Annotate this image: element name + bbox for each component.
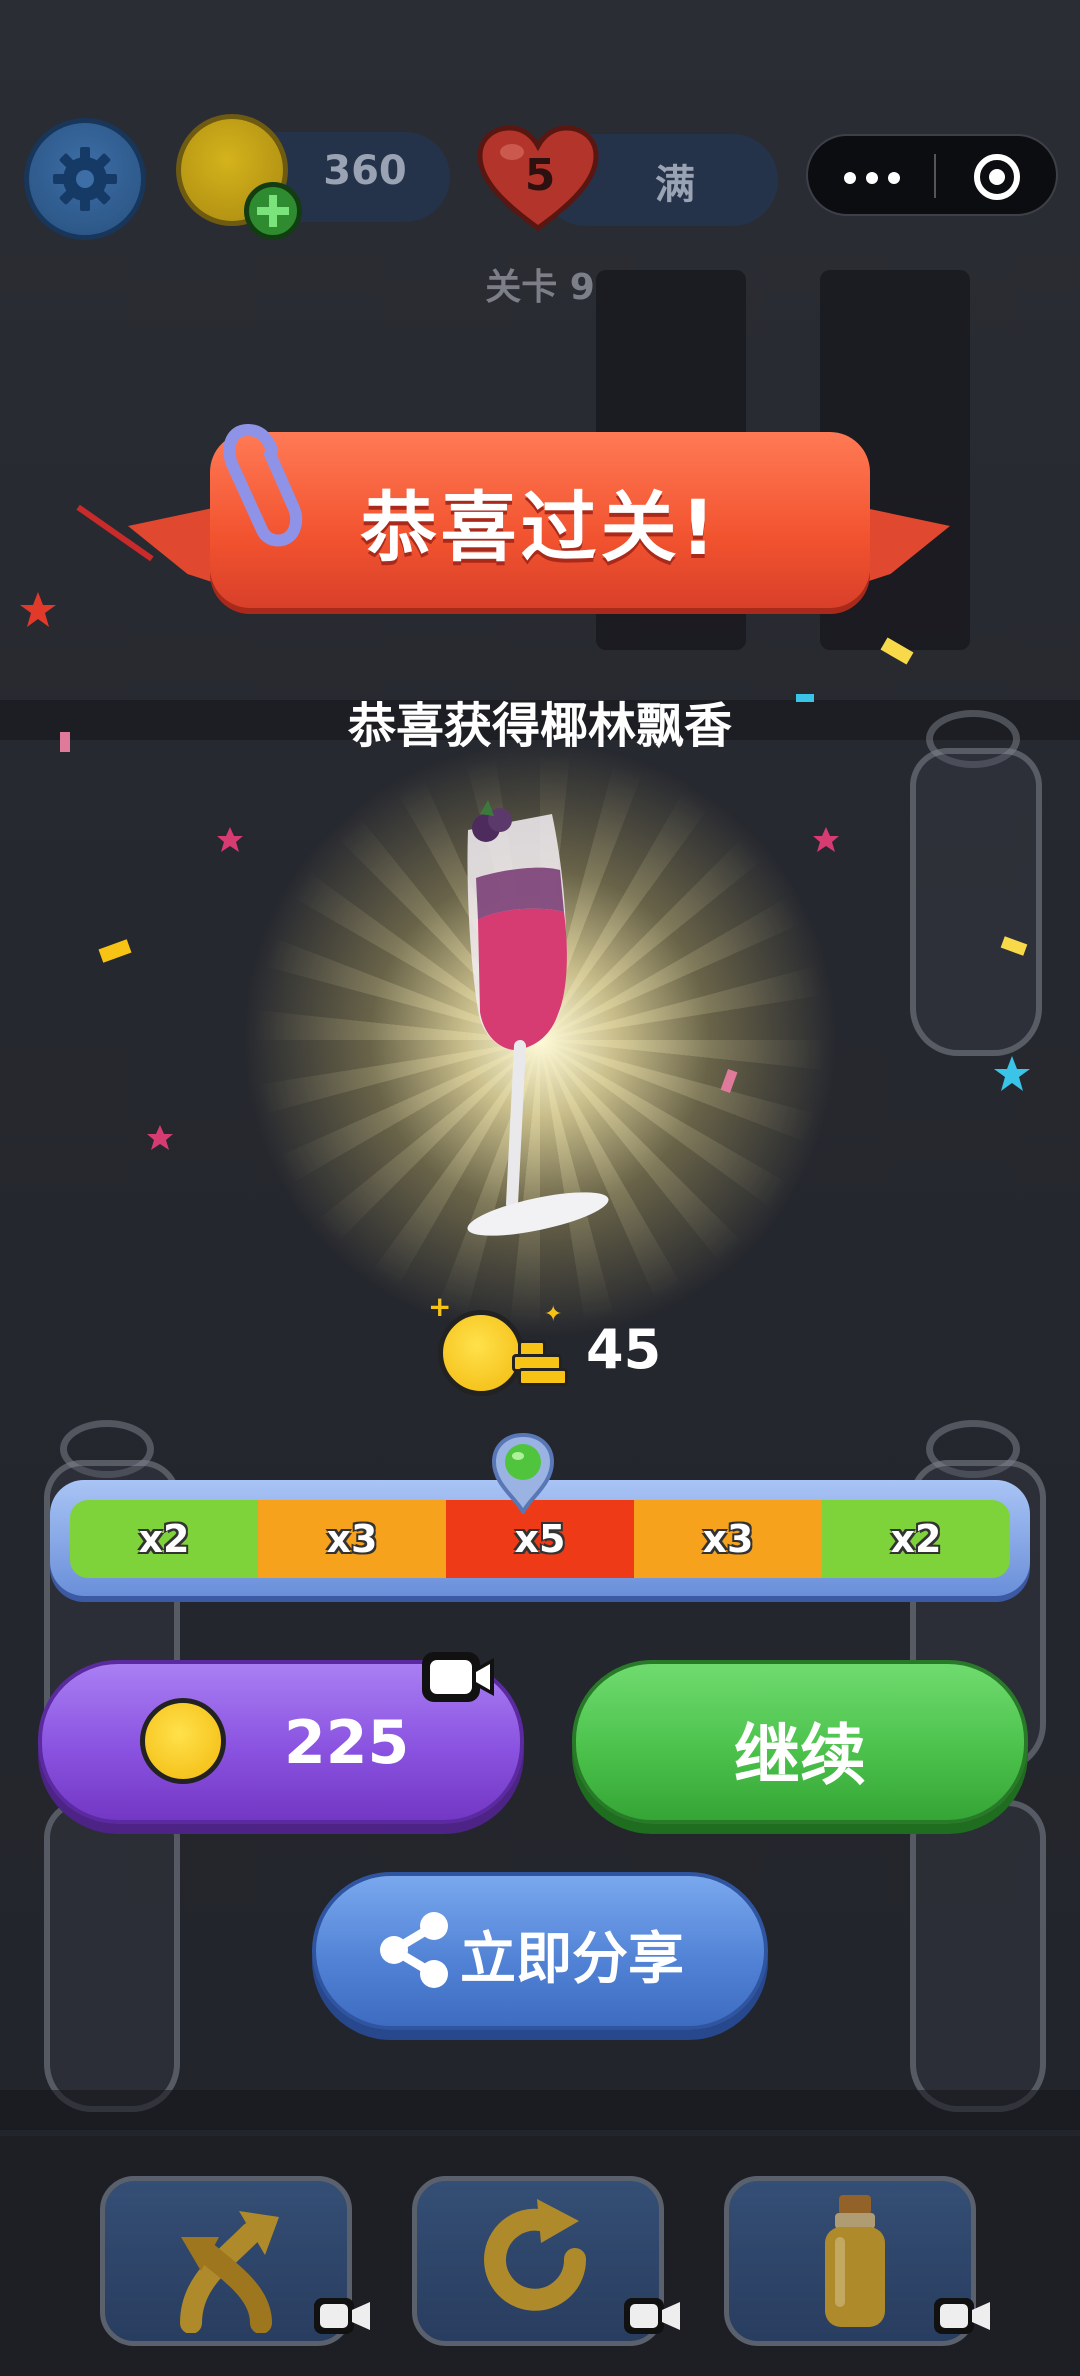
gear-icon — [53, 147, 117, 211]
background-bottle — [910, 748, 1042, 1056]
mini-program-capsule — [806, 134, 1058, 216]
lives-status: 满 — [655, 162, 695, 208]
multiplier-pointer — [491, 1432, 555, 1514]
paperclip-icon — [223, 424, 303, 547]
background-bottle — [44, 1800, 180, 2112]
multiplier-segment: x2 — [822, 1500, 1010, 1578]
multiplier-segment: x3 — [634, 1500, 822, 1578]
multiplier-segment: x3 — [258, 1500, 446, 1578]
banner-title: 恭喜过关! — [360, 483, 720, 572]
target-close-icon[interactable] — [974, 154, 1020, 200]
add-coins-button[interactable] — [244, 182, 302, 240]
confetti-star — [813, 827, 839, 852]
confetti-star — [217, 827, 243, 852]
capsule-divider — [934, 154, 936, 198]
confetti-star — [994, 1056, 1030, 1091]
cocktail-glass-icon — [467, 800, 609, 1236]
sparkle-icon: ✦ — [544, 1302, 563, 1327]
coin-count: 360 — [323, 148, 407, 194]
level-label: 关卡 9 — [485, 267, 595, 308]
background-shelf — [0, 2090, 1080, 2130]
confetti-strip — [796, 694, 814, 702]
multiplier-segment: x2 — [70, 1500, 258, 1578]
coin-icon — [140, 1698, 226, 1784]
ad-reward-amount: 225 — [284, 1708, 410, 1778]
add-bottle-icon — [825, 2195, 885, 2327]
share-label: 立即分享 — [460, 1927, 684, 1992]
confetti-strip — [60, 732, 70, 752]
confetti-star — [147, 1125, 173, 1150]
continue-label: 继续 — [734, 1717, 866, 1794]
background-bottle — [910, 1800, 1046, 2112]
confetti-strip — [98, 939, 132, 963]
settings-button[interactable] — [24, 118, 146, 240]
swap-arrows-icon — [180, 2211, 279, 2333]
undo-icon — [484, 2199, 587, 2311]
sparkle-icon: + — [428, 1290, 452, 1323]
share-icon — [380, 1912, 448, 1988]
video-camera-icon — [624, 2298, 680, 2334]
more-dots-icon[interactable] — [844, 160, 904, 190]
video-camera-icon — [422, 1652, 494, 1702]
reward-coin-amount: 45 — [586, 1318, 662, 1381]
coin-stack-icon — [512, 1340, 568, 1388]
video-camera-icon — [314, 2298, 370, 2334]
lives-count: 5 — [524, 150, 556, 201]
video-camera-icon — [934, 2298, 990, 2334]
confetti-star — [20, 592, 56, 627]
